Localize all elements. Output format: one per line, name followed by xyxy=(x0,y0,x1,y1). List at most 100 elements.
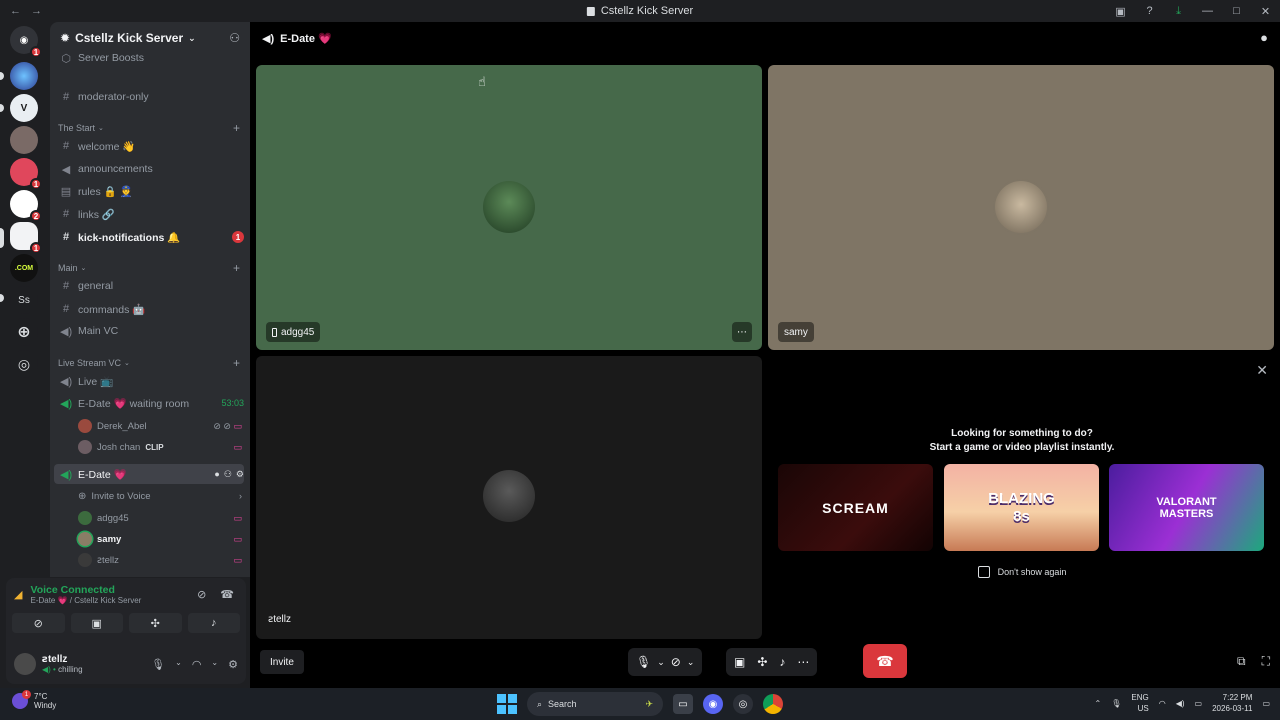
microphone-icon[interactable]: 🎙 xyxy=(151,658,165,671)
dont-show-again[interactable]: Don't show again xyxy=(768,566,1276,578)
mic-control[interactable]: 🎙 ⌄ ⊘ ⌄ xyxy=(628,648,703,676)
chevron-down-icon[interactable]: ⌄ xyxy=(175,658,182,671)
camera-off-button[interactable]: ⊘ xyxy=(12,613,65,633)
server-icon-5[interactable]: 2 xyxy=(10,190,42,222)
invite-button[interactable]: Invite xyxy=(260,650,304,674)
channel-commands[interactable]: # commands 🤖 xyxy=(54,299,244,319)
server-icon-1[interactable] xyxy=(10,62,38,90)
soundboard-button[interactable]: ♪ xyxy=(187,613,240,633)
share-screen-button[interactable]: ▣ xyxy=(70,613,123,633)
activity-card-scream[interactable]: SCREAM xyxy=(778,464,933,551)
voice-status[interactable]: Voice Connected xyxy=(30,584,141,596)
add-channel-icon[interactable]: + xyxy=(233,356,240,370)
add-channel-icon[interactable]: + xyxy=(233,261,240,275)
server-icon-kick[interactable]: 1 xyxy=(10,222,42,254)
chrome-icon[interactable] xyxy=(763,694,783,714)
camera-off-icon[interactable]: ⊘ xyxy=(671,655,681,669)
close-icon[interactable]: ✕ xyxy=(1256,362,1268,379)
add-channel-icon[interactable]: + xyxy=(233,121,240,135)
voice-user-adgg45[interactable]: adgg45 ▭ xyxy=(78,508,242,528)
channel-links[interactable]: # links 🔗 xyxy=(54,204,244,224)
server-icon-com[interactable]: .COM xyxy=(10,254,38,282)
chevron-down-icon[interactable]: ⌄ xyxy=(657,657,665,668)
category-live-stream-vc[interactable]: Live Stream VC ⌄ + xyxy=(58,356,240,370)
add-server-icon[interactable]: ⊕ xyxy=(10,318,38,346)
pop-out-icon[interactable]: ⧉ xyxy=(1237,654,1246,669)
server-icon-ss[interactable]: Ss xyxy=(10,286,38,314)
server-icon-3[interactable] xyxy=(10,126,38,154)
headphones-icon[interactable]: ◠ xyxy=(192,658,202,671)
back-icon[interactable]: ← xyxy=(10,5,21,17)
wifi-icon[interactable]: ◠ xyxy=(1159,699,1166,708)
server-icon-4[interactable]: 1 xyxy=(10,158,42,190)
voice-user-stellz[interactable]: ꙅtellz ▭ xyxy=(78,550,242,570)
discord-taskbar-icon[interactable]: ◉ xyxy=(703,694,723,714)
disconnect-button[interactable]: ☎ xyxy=(863,644,907,678)
video-tile-adgg45[interactable]: adgg45 ⋯ xyxy=(256,65,762,350)
disconnect-icon[interactable]: ☎ xyxy=(220,588,234,601)
voice-user-derek[interactable]: Derek_Abel ⊘ ⊘ ▭ xyxy=(78,416,242,436)
chevron-down-icon[interactable]: ⌄ xyxy=(687,657,695,668)
task-view-icon[interactable]: ▭ xyxy=(673,694,693,714)
noise-suppression-icon[interactable]: ⊘ xyxy=(197,588,206,601)
volume-icon[interactable]: ◀) xyxy=(1176,699,1185,708)
category-main[interactable]: Main ⌄ + xyxy=(58,261,240,275)
soundboard-icon[interactable]: ♪ xyxy=(779,655,785,669)
channel-general[interactable]: # general xyxy=(54,276,244,296)
signal-icon[interactable]: ◢ xyxy=(14,588,22,601)
channel-welcome[interactable]: # welcome 👋 xyxy=(54,136,244,156)
inbox-icon[interactable]: ▣ xyxy=(1106,0,1135,22)
forward-icon[interactable]: → xyxy=(31,5,42,17)
channel-moderator-only[interactable]: # moderator-only xyxy=(54,87,244,107)
channel-edate-waiting-room[interactable]: ◀) E-Date 💗 waiting room 53:03 xyxy=(54,393,244,413)
help-icon[interactable]: ? xyxy=(1135,0,1164,22)
home-button[interactable]: ◉ 1 xyxy=(10,26,42,58)
channel-live[interactable]: ◀) Live 📺 xyxy=(54,371,244,391)
maximize-button[interactable]: □ xyxy=(1222,0,1251,22)
microphone-icon[interactable]: 🎙 xyxy=(636,655,651,669)
gear-icon[interactable]: ⚙ xyxy=(228,658,238,671)
server-icon-v[interactable]: V xyxy=(10,94,38,122)
category-the-start[interactable]: The Start ⌄ + xyxy=(58,121,240,135)
fullscreen-icon[interactable]: ⛶ xyxy=(1262,654,1270,669)
add-member-icon[interactable]: ⚇ xyxy=(229,31,240,45)
microphone-icon[interactable]: 🎙 xyxy=(1111,699,1121,708)
gear-icon[interactable]: ⚙ xyxy=(236,469,244,480)
discover-icon[interactable]: ◎ xyxy=(10,350,38,378)
activities-icon[interactable]: ✣ xyxy=(757,655,767,669)
server-boosts[interactable]: ⬡ Server Boosts xyxy=(54,48,244,68)
search-box[interactable]: ⌕ Search ✈ xyxy=(527,692,663,716)
more-icon[interactable]: ⋯ xyxy=(797,655,809,669)
activity-card-valorant[interactable]: VALORANT MASTERS xyxy=(1109,464,1264,551)
invite-icon[interactable]: ⚇ xyxy=(224,469,232,480)
activities-button[interactable]: ✣ xyxy=(129,613,182,633)
voice-user-josh[interactable]: Josh chan CLIP ▭ xyxy=(78,437,242,457)
chevron-up-icon[interactable]: ⌃ xyxy=(1095,699,1102,708)
notification-icon[interactable]: ▭ xyxy=(1262,699,1270,708)
activity-card-blazing[interactable]: BLAZING 8s xyxy=(944,464,1099,551)
chat-icon[interactable]: ● xyxy=(214,469,219,480)
minimize-button[interactable]: — xyxy=(1193,0,1222,22)
battery-icon[interactable]: ▭ xyxy=(1195,699,1203,708)
channel-announcements[interactable]: ◀ announcements xyxy=(54,159,244,179)
channel-rules[interactable]: ▤ rules 🔒 👮 xyxy=(54,181,244,201)
start-button[interactable] xyxy=(497,694,517,714)
dont-show-checkbox[interactable] xyxy=(977,566,990,578)
voice-location[interactable]: E-Date 💗 / Cstellz Kick Server xyxy=(30,596,141,605)
share-screen-icon[interactable]: ▣ xyxy=(734,655,745,669)
weather-widget[interactable]: 1 7°C Windy xyxy=(12,690,56,710)
chevron-down-icon[interactable]: ⌄ xyxy=(211,658,218,671)
app-taskbar-icon[interactable]: ◎ xyxy=(733,694,753,714)
close-button[interactable]: ✕ xyxy=(1251,0,1280,22)
more-options-button[interactable]: ⋯ xyxy=(732,322,752,342)
channel-kick-notifications[interactable]: # kick-notifications 🔔 1 xyxy=(54,227,244,247)
avatar[interactable] xyxy=(14,653,36,675)
language-indicator[interactable]: ENG US xyxy=(1131,692,1148,714)
voice-user-samy[interactable]: samy ▭ xyxy=(78,529,242,549)
channel-main-vc[interactable]: ◀) Main VC xyxy=(54,321,244,341)
chat-icon[interactable]: ● xyxy=(1260,30,1268,45)
invite-to-voice[interactable]: ⊕ Invite to Voice › xyxy=(78,486,242,506)
download-icon[interactable]: ⤓ xyxy=(1164,0,1193,22)
video-tile-stellz[interactable]: ꙅtellz xyxy=(256,356,762,639)
channel-edate[interactable]: ◀) E-Date 💗 ● ⚇ ⚙ xyxy=(54,464,244,484)
